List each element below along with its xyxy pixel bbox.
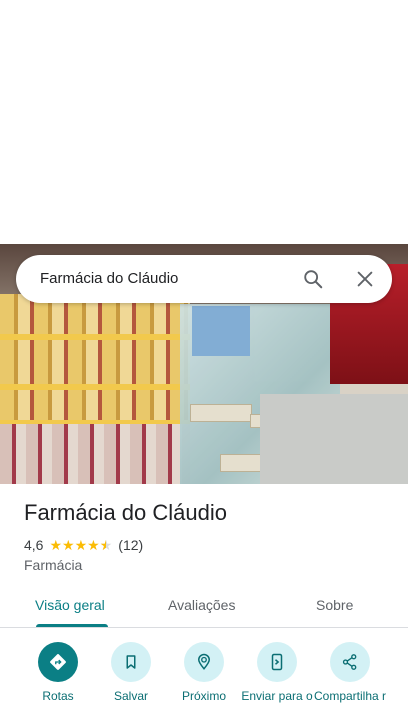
nearby-icon [197,653,211,670]
tab-about[interactable]: Sobre [316,597,353,613]
star-icon: ★ [49,537,63,553]
tab-indicator [36,624,108,627]
directions-button[interactable]: Rotas [20,642,96,703]
action-label: Próximo [181,689,226,703]
star-icon: ★ [62,537,75,553]
save-button[interactable]: Salvar [93,642,169,703]
photo-floor [260,394,408,484]
rating-stars: ★ ★ ★ ★ ★ [49,538,112,552]
close-icon[interactable] [354,268,376,290]
directions-icon [50,654,66,670]
star-half-icon: ★ [100,538,113,552]
place-category[interactable]: Farmácia [24,557,82,573]
share-icon [342,654,357,670]
action-label: Enviar para o [241,689,313,703]
action-label: Salvar [113,689,148,703]
photo-shelves [0,294,190,484]
tab-bar: Visão geral Avaliações Sobre [0,587,408,628]
search-icon[interactable] [302,268,324,290]
bookmark-icon [126,655,136,669]
tab-reviews[interactable]: Avaliações [168,597,235,613]
star-icon: ★ [74,537,88,553]
place-title: Farmácia do Cláudio [24,500,227,525]
star-icon: ★ [87,537,100,553]
share-button[interactable]: Compartilha r [312,642,388,703]
rating-row[interactable]: 4,6 ★ ★ ★ ★ ★ (12) [24,537,143,553]
rating-value: 4,6 [24,537,44,553]
review-count[interactable]: (12) [118,537,143,553]
action-label: Rotas [42,689,74,703]
send-to-phone-icon [271,653,283,671]
tab-overview[interactable]: Visão geral [35,597,105,613]
search-query[interactable]: Farmácia do Cláudio [40,270,178,287]
send-to-phone-button[interactable]: Enviar para o [239,642,315,703]
action-label: Compartilha r [313,689,387,703]
nearby-button[interactable]: Próximo [166,642,242,703]
search-bar[interactable]: Farmácia do Cláudio [16,255,392,303]
map-area[interactable] [0,0,408,244]
